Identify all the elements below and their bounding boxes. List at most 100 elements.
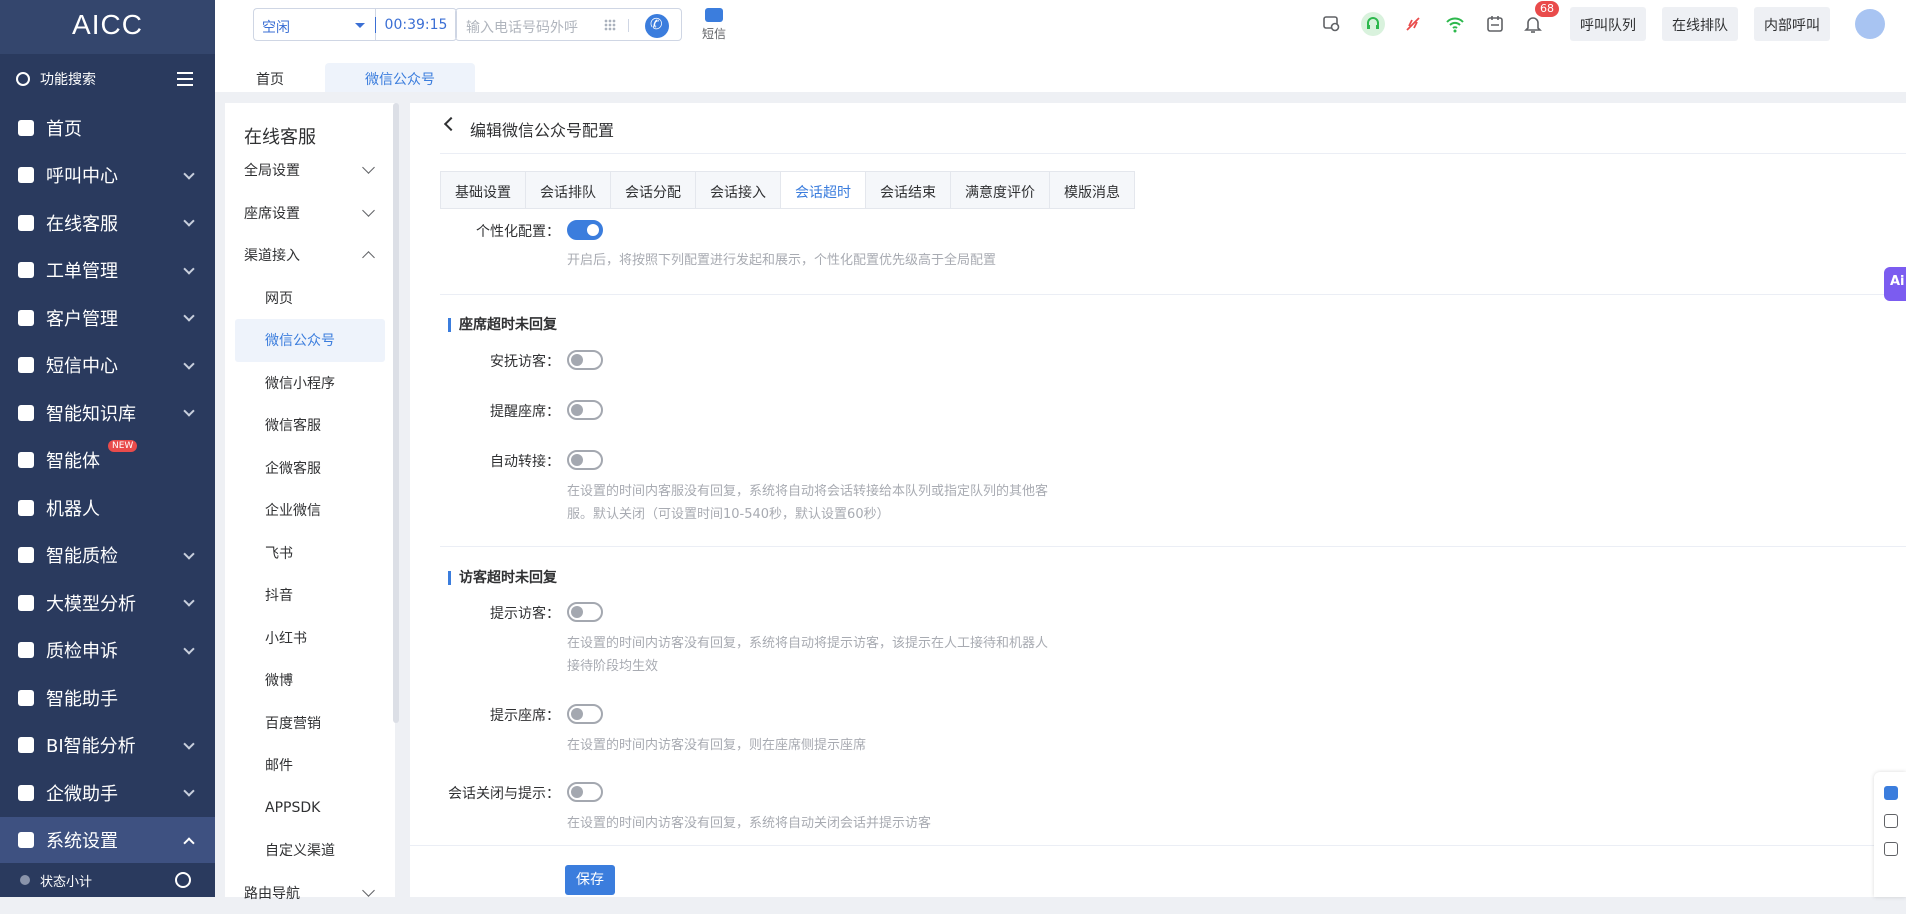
- channel-email[interactable]: 邮件: [225, 744, 395, 787]
- tab-assign[interactable]: 会话分配: [611, 171, 696, 209]
- auto-transfer-hint-1: 在设置的时间内客服没有回复，系统将自动将会话转接给本队列或指定队列的其他客: [567, 480, 1127, 503]
- sidebar-item-customers[interactable]: 客户管理: [0, 294, 215, 342]
- avatar[interactable]: [1855, 9, 1885, 39]
- dial-input[interactable]: 输入电话号码外呼: [455, 8, 682, 41]
- tab-timeout[interactable]: 会话超时: [781, 171, 866, 209]
- function-search[interactable]: 功能搜索: [0, 54, 215, 104]
- theme-toggle-icon[interactable]: [175, 872, 191, 888]
- back-arrow-icon[interactable]: [444, 117, 458, 131]
- submenu-group-label: 全局设置: [244, 160, 300, 180]
- sidebar-item-label: 首页: [46, 115, 82, 141]
- dial-placeholder: 输入电话号码外呼: [466, 20, 578, 36]
- internal-call-button[interactable]: 内部呼叫: [1754, 7, 1830, 41]
- chevron-down-icon: [183, 215, 194, 226]
- personalize-switch[interactable]: [567, 220, 603, 240]
- soothe-visitor-switch[interactable]: [567, 350, 603, 370]
- tab-queue[interactable]: 会话排队: [526, 171, 611, 209]
- save-button[interactable]: 保存: [565, 865, 615, 895]
- calendar-icon[interactable]: [1485, 14, 1505, 34]
- tab-end[interactable]: 会话结束: [866, 171, 951, 209]
- sidebar-item-quality[interactable]: 智能质检: [0, 532, 215, 580]
- channel-xiaohongshu[interactable]: 小红书: [225, 617, 395, 660]
- channel-appsdk[interactable]: APPSDK: [225, 787, 395, 830]
- config-panel: 编辑微信公众号配置 基础设置 会话排队 会话分配 会话接入 会话超时 会话结束 …: [410, 103, 1906, 897]
- sidebar-item-knowledge[interactable]: 智能知识库: [0, 389, 215, 437]
- prompt-agent-switch[interactable]: [567, 704, 603, 724]
- auto-transfer-switch[interactable]: [567, 450, 603, 470]
- sidebar-item-appeal[interactable]: 质检申诉: [0, 627, 215, 675]
- channel-wecom[interactable]: 企业微信: [225, 489, 395, 532]
- call-queue-button[interactable]: 呼叫队列: [1570, 7, 1646, 41]
- tab-satisfaction[interactable]: 满意度评价: [951, 171, 1050, 209]
- headset-icon[interactable]: [1361, 12, 1385, 36]
- sidebar-item-robot[interactable]: 机器人: [0, 484, 215, 532]
- channel-wecom-service[interactable]: 企微客服: [225, 447, 395, 490]
- channel-wechat-official[interactable]: 微信公众号: [235, 319, 385, 362]
- sidebar-item-online-service[interactable]: 在线客服: [0, 199, 215, 247]
- sidebar-item-wecom[interactable]: 企微助手: [0, 769, 215, 817]
- sms-button[interactable]: 短信: [702, 8, 726, 42]
- status-summary[interactable]: 状态小计: [0, 863, 215, 897]
- divider: [440, 153, 1906, 154]
- remind-agent-switch[interactable]: [567, 400, 603, 420]
- sidebar-item-sms[interactable]: 短信中心: [0, 342, 215, 390]
- prompt-visitor-hint-2: 接待阶段均生效: [567, 655, 1127, 678]
- bell-icon[interactable]: [1523, 14, 1543, 34]
- channel-wechat-service[interactable]: 微信客服: [225, 404, 395, 447]
- submenu-group-agent[interactable]: 座席设置: [225, 192, 395, 235]
- mail-icon: [18, 357, 34, 373]
- mute-phone-icon[interactable]: [1403, 14, 1423, 34]
- channel-wechat-miniprogram[interactable]: 微信小程序: [225, 362, 395, 405]
- sidebar-item-label: BI智能分析: [46, 732, 136, 758]
- function-search-label: 功能搜索: [40, 69, 96, 89]
- channel-custom[interactable]: 自定义渠道: [225, 829, 395, 872]
- status-dot-icon: [20, 875, 30, 885]
- sidebar-item-llm-analysis[interactable]: 大模型分析: [0, 579, 215, 627]
- sidebar-item-home[interactable]: 首页: [0, 104, 215, 152]
- sidebar-item-settings[interactable]: 系统设置: [0, 817, 215, 865]
- sidebar-item-call-center[interactable]: 呼叫中心: [0, 152, 215, 200]
- sidebar-item-assistant[interactable]: 智能助手: [0, 674, 215, 722]
- sidebar-item-label: 智能助手: [46, 685, 118, 711]
- submenu-group-global[interactable]: 全局设置: [225, 149, 395, 192]
- chevron-down-icon: [183, 168, 194, 179]
- help-icon[interactable]: [1884, 842, 1898, 856]
- tab-basic[interactable]: 基础设置: [440, 171, 526, 209]
- online-queue-button[interactable]: 在线排队: [1662, 7, 1738, 41]
- close-session-hint: 在设置的时间内访客没有回复，系统将自动关闭会话并提示访客: [567, 812, 1127, 835]
- collapse-menu-icon[interactable]: [177, 72, 193, 86]
- sidebar-item-bi[interactable]: BI智能分析: [0, 722, 215, 770]
- sidebar-item-label: 呼叫中心: [46, 162, 118, 188]
- grid-icon: [18, 832, 34, 848]
- sms-label: 短信: [702, 27, 726, 41]
- prompt-visitor-switch[interactable]: [567, 602, 603, 622]
- divider: [410, 845, 1906, 846]
- tab-wechat-official[interactable]: 微信公众号: [325, 63, 475, 92]
- close-session-switch[interactable]: [567, 782, 603, 802]
- chevron-down-icon: [362, 884, 375, 897]
- ai-assistant-tab[interactable]: Ai: [1884, 267, 1906, 301]
- status-timer: 00:39:15: [375, 8, 457, 41]
- chevron-up-icon: [183, 837, 194, 848]
- agent-status-select[interactable]: 空闲: [253, 8, 375, 41]
- wecom-icon: [18, 785, 34, 801]
- tab-template[interactable]: 模版消息: [1050, 171, 1135, 209]
- notebook-icon[interactable]: [1884, 786, 1898, 800]
- message-icon[interactable]: [1884, 814, 1898, 828]
- channel-douyin[interactable]: 抖音: [225, 574, 395, 617]
- submenu-group-channels[interactable]: 渠道接入: [225, 234, 395, 277]
- tab-home[interactable]: 首页: [215, 63, 325, 92]
- tab-access[interactable]: 会话接入: [696, 171, 781, 209]
- channel-weibo[interactable]: 微博: [225, 659, 395, 702]
- sidebar-item-label: 智能质检: [46, 542, 118, 568]
- sidebar-item-tickets[interactable]: 工单管理: [0, 247, 215, 295]
- sidebar-item-agents[interactable]: 智能体NEW: [0, 437, 215, 485]
- channel-web[interactable]: 网页: [225, 277, 395, 320]
- remind-agent-label: 提醒座席：: [380, 401, 560, 421]
- call-button[interactable]: [645, 14, 669, 38]
- submenu-group-routing[interactable]: 路由导航: [225, 872, 395, 914]
- chat-search-icon[interactable]: [1322, 14, 1342, 34]
- channel-feishu[interactable]: 飞书: [225, 532, 395, 575]
- channel-baidu[interactable]: 百度营销: [225, 702, 395, 745]
- keypad-icon[interactable]: [604, 19, 616, 31]
